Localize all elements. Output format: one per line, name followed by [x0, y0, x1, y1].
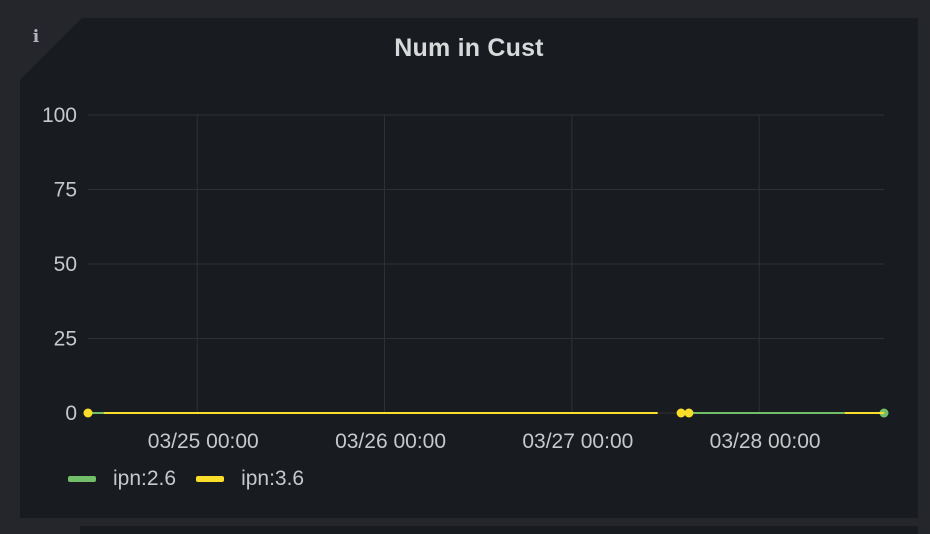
panel-bottom-strip	[80, 526, 918, 534]
y-tick-label: 25	[54, 328, 77, 351]
series-2-point	[83, 408, 93, 418]
y-tick-label: 50	[54, 253, 77, 276]
legend-swatch-series-1	[68, 476, 96, 482]
legend-label-series-1: ipn:2.6	[113, 467, 177, 490]
x-tick-label: 03/28 00:00	[710, 430, 821, 453]
x-tick-label: 03/27 00:00	[522, 430, 633, 453]
legend-label-series-2: ipn:3.6	[241, 467, 305, 490]
chart-plot-area: 0 25 50 75 100 03/25 00:00 03/26 00:00 03/27 00…	[42, 104, 889, 453]
y-tick-label: 100	[42, 104, 77, 127]
series-2-point	[684, 408, 694, 418]
legend-item-series-2[interactable]: ipn:3.6	[196, 467, 304, 491]
y-tick-label: 0	[65, 402, 77, 425]
legend-swatch-series-2	[196, 476, 225, 482]
x-tick-label: 03/26 00:00	[335, 430, 446, 453]
x-tick-label: 03/25 00:00	[148, 430, 259, 453]
series-2-point	[676, 408, 686, 418]
legend-item-series-1[interactable]: ipn:2.6	[68, 467, 176, 491]
chart-legend: ipn:2.6 ipn:3.6	[68, 467, 324, 491]
y-tick-label: 75	[54, 179, 77, 202]
